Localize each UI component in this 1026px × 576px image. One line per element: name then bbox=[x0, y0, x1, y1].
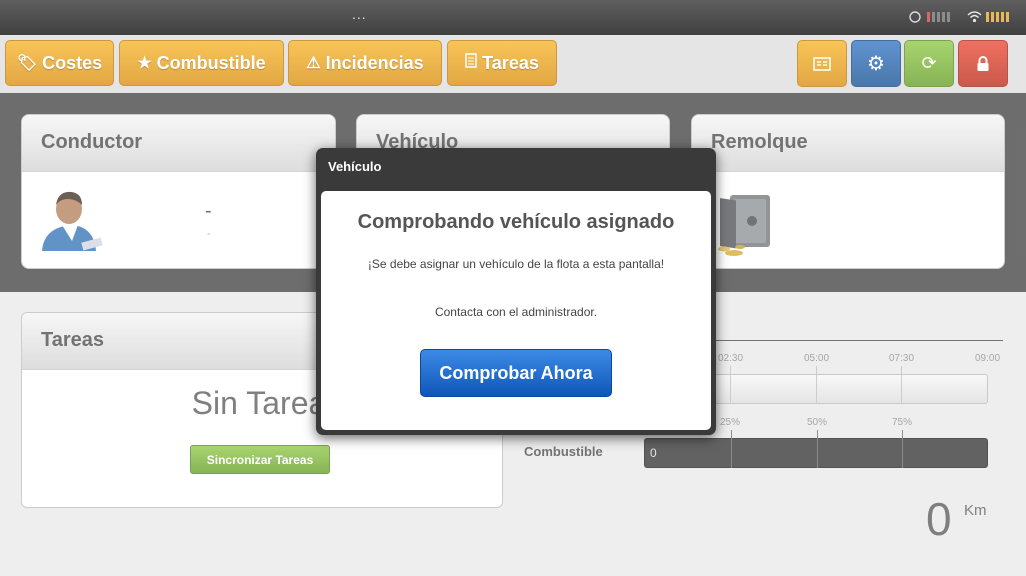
dialog-message: ¡Se debe asignar un vehículo de la flota… bbox=[367, 257, 665, 271]
dialog-header-title: Vehículo bbox=[328, 159, 382, 174]
check-now-button[interactable]: Comprobar Ahora bbox=[420, 349, 612, 397]
dialog-body: Comprobando vehículo asignado ¡Se debe a… bbox=[321, 191, 711, 430]
dialog-heading: Comprobando vehículo asignado bbox=[357, 211, 675, 233]
dialog-contact-text: Contacta con el administrador. bbox=[434, 305, 598, 319]
vehicle-check-dialog: Vehículo Comprobando vehículo asignado ¡… bbox=[316, 148, 716, 435]
